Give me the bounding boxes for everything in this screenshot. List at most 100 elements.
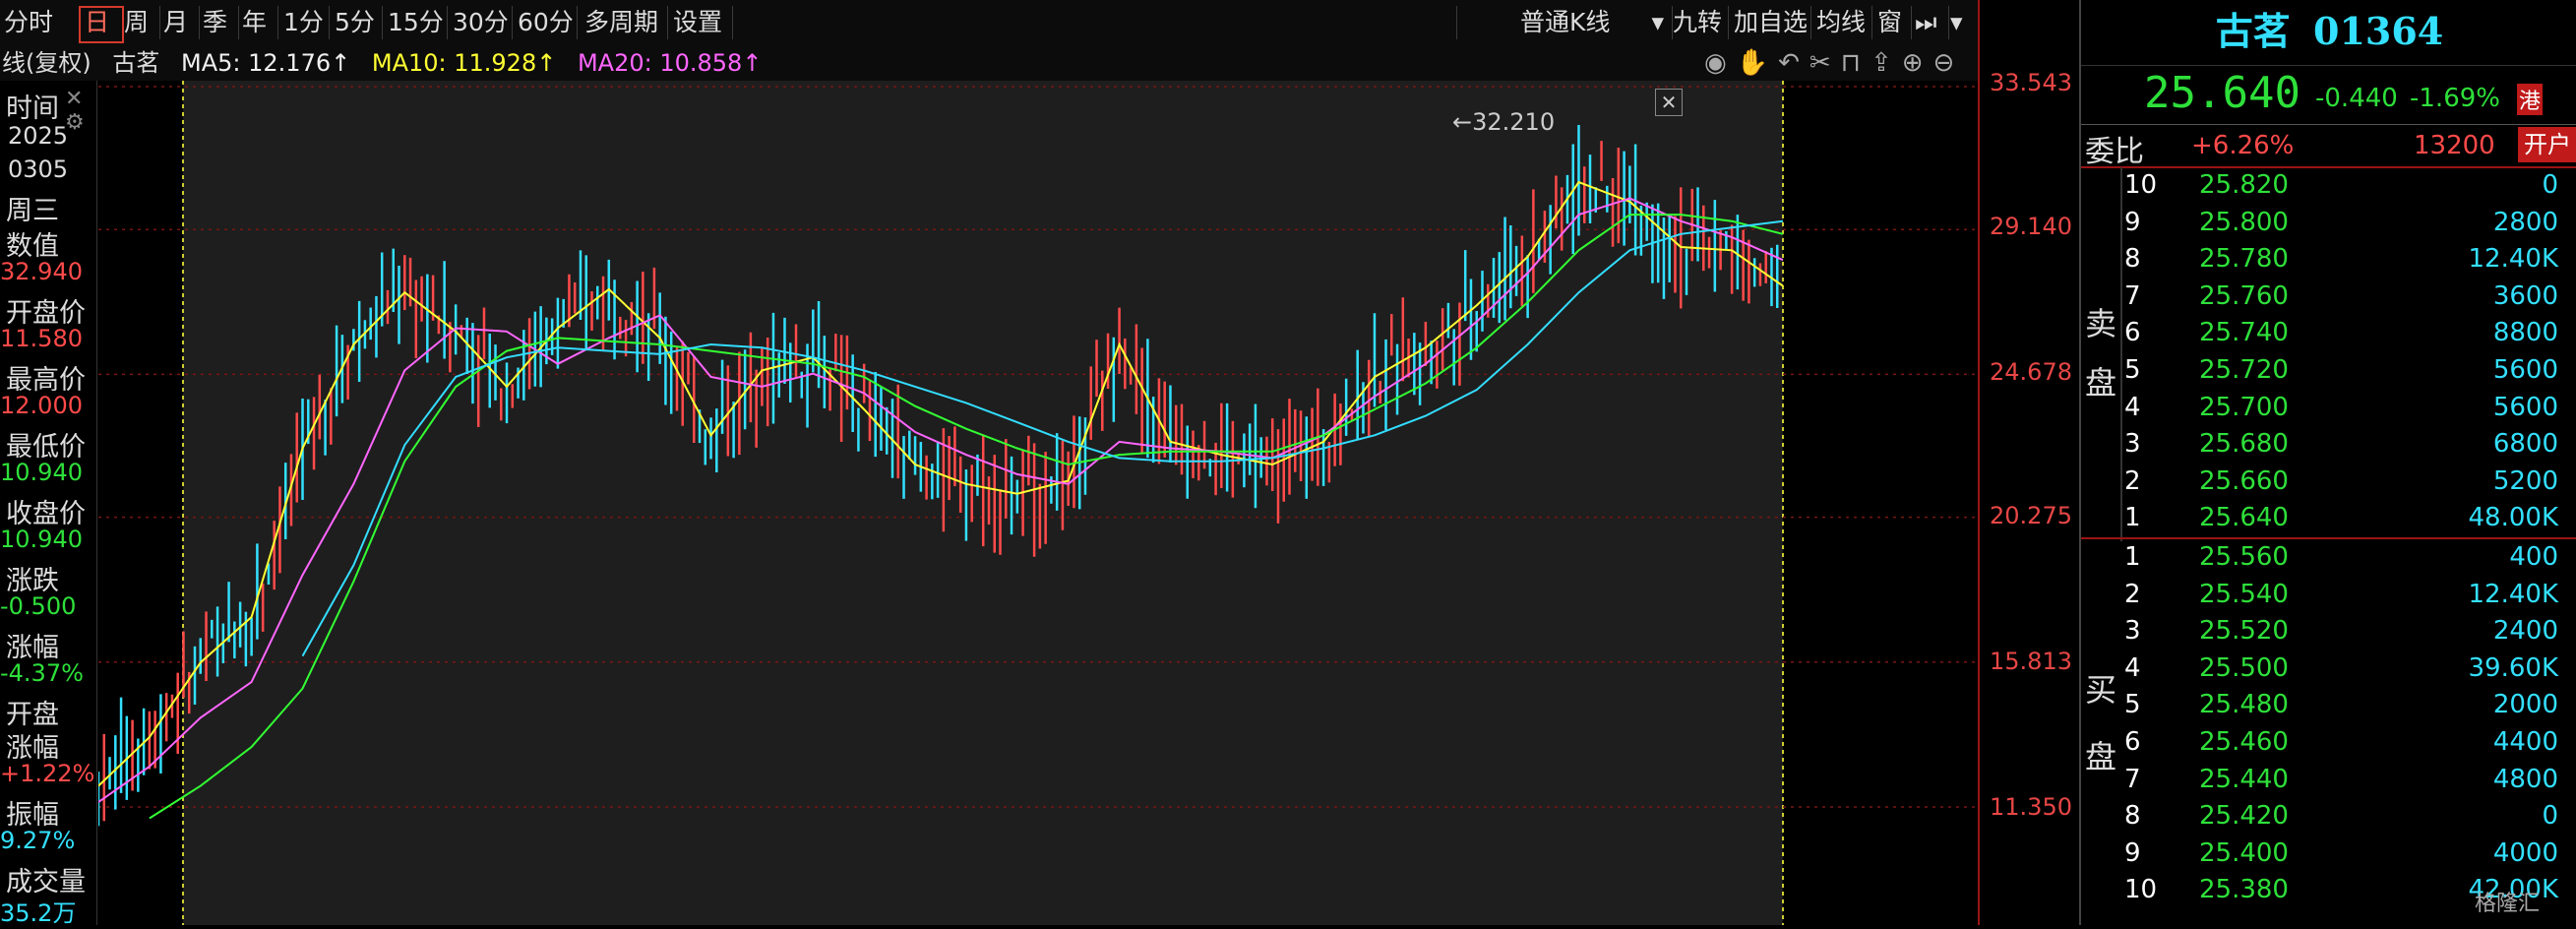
buy-order-volume: 12.40K [2468, 579, 2558, 609]
sell-order-level: 10 [2124, 170, 2158, 200]
skip-forward-icon[interactable]: ⏭ [1911, 6, 1949, 39]
buy-order-volume: 400 [2509, 542, 2558, 572]
sell-order-level: 3 [2124, 429, 2141, 460]
ratio-row: 委比 +6.26% 13200 开户 [2081, 124, 2576, 169]
low-value: 10.940 [0, 459, 83, 486]
buy-order-volume: 2000 [2492, 690, 2558, 720]
window-button[interactable]: 窗 [1873, 6, 1912, 39]
sell-order-level: 4 [2124, 392, 2141, 422]
tab-multi-period[interactable]: 多周期 [581, 6, 668, 39]
price-pct: -1.69% [2410, 84, 2500, 113]
buy-order-row[interactable]: 7 25.440 4800 [2081, 762, 2576, 798]
sell-order-row[interactable]: 6 25.740 8800 [2081, 315, 2576, 351]
tab-settings[interactable]: 设置 [669, 6, 733, 39]
sell-order-price: 25.800 [2199, 207, 2289, 237]
export-icon[interactable]: ⇪ [1871, 48, 1902, 78]
buy-order-row[interactable]: 4 25.500 39.60K [2081, 650, 2576, 687]
zoom-in-icon[interactable]: ⊕ [1902, 48, 1933, 78]
ytick-5: 11.350 [1990, 793, 2072, 821]
year-value: 2025 [8, 122, 69, 150]
date-value: 0305 [8, 155, 69, 183]
buy-order-level: 6 [2124, 727, 2141, 757]
sell-order-price: 25.680 [2199, 429, 2289, 460]
buy-order-volume: 4400 [2492, 727, 2558, 757]
ma-button[interactable]: 均线 [1812, 6, 1872, 39]
undo-icon[interactable]: ↶ [1778, 48, 1809, 78]
sell-order-level: 8 [2124, 244, 2141, 275]
buy-order-level: 5 [2124, 690, 2141, 720]
open-account-button[interactable]: 开户 [2518, 127, 2576, 162]
buy-order-level: 3 [2124, 616, 2141, 647]
sell-order-row[interactable]: 2 25.660 5200 [2081, 464, 2576, 500]
sell-order-row[interactable]: 5 25.720 5600 [2081, 352, 2576, 389]
close-icon[interactable]: ✕ [65, 87, 83, 111]
sell-order-volume: 0 [2542, 170, 2558, 200]
chart-tools: ◉✋↶✂⊓⇪⊕⊖ [1704, 45, 1964, 81]
buy-order-row[interactable]: 2 25.540 12.40K [2081, 577, 2576, 613]
buy-order-row[interactable]: 9 25.400 4000 [2081, 836, 2576, 872]
sell-order-volume: 12.40K [2468, 244, 2558, 275]
tab-30min[interactable]: 30分 [449, 6, 513, 39]
buy-order-row[interactable]: 6 25.460 4400 [2081, 724, 2576, 761]
scissors-icon[interactable]: ✂ [1809, 48, 1841, 78]
buy-order-price: 25.460 [2199, 727, 2289, 757]
add-watchlist-button[interactable]: 加自选 [1730, 6, 1811, 39]
buy-order-level: 4 [2124, 652, 2141, 683]
buy-order-row[interactable]: 5 25.480 2000 [2081, 687, 2576, 723]
buy-order-row[interactable]: 1 25.560 400 [2081, 539, 2576, 576]
sell-order-row[interactable]: 4 25.700 5600 [2081, 390, 2576, 426]
close-value: 10.940 [0, 526, 83, 553]
tab-season[interactable]: 季 [199, 6, 239, 39]
sell-order-row[interactable]: 1 25.640 48.00K [2081, 500, 2576, 536]
sell-order-row[interactable]: 8 25.780 12.40K [2081, 241, 2576, 278]
buy-order-row[interactable]: 3 25.520 2400 [2081, 613, 2576, 650]
buy-order-volume: 39.60K [2468, 652, 2558, 683]
buy-order-volume: 4800 [2492, 764, 2558, 794]
tab-week[interactable]: 周 [120, 6, 160, 39]
sell-order-price: 25.820 [2199, 170, 2289, 200]
sell-order-row[interactable]: 10 25.820 0 [2081, 167, 2576, 204]
weekday-value: 周三 [6, 196, 59, 226]
buy-order-level: 7 [2124, 764, 2141, 794]
eye-icon[interactable]: ◉ [1704, 48, 1737, 78]
lock-icon[interactable]: ⊓ [1841, 48, 1871, 78]
sell-order-level: 9 [2124, 207, 2141, 237]
sell-order-row[interactable]: 3 25.680 6800 [2081, 426, 2576, 463]
hand-icon[interactable]: ✋ [1737, 48, 1778, 78]
buy-order-level: 1 [2124, 542, 2141, 572]
time-label: 时间 [6, 93, 59, 124]
buy-order-price: 25.440 [2199, 764, 2289, 794]
vol-value: 35.2万 [0, 899, 77, 927]
ytick-4: 15.813 [1990, 648, 2072, 675]
buy-order-price: 25.480 [2199, 690, 2289, 720]
zoom-out-icon[interactable]: ⊖ [1933, 48, 1965, 78]
pct-value: -4.37% [0, 659, 84, 687]
tab-day[interactable]: 日 [79, 6, 124, 43]
ma-legend: 线(复权) 古茗 MA5: 12.176↑ MA10: 11.928↑ MA20… [0, 45, 1978, 81]
kline-type-select[interactable]: 普通K线 ▾ [1456, 6, 1673, 39]
sell-order-volume: 3600 [2492, 280, 2558, 311]
tab-5min[interactable]: 5分 [331, 6, 383, 39]
tab-fenshi[interactable]: 分时 [0, 6, 80, 39]
tab-year[interactable]: 年 [238, 6, 278, 39]
toolbar: 分时 日 周 月 季 年 1分 5分 15分 30分 60分 多周期 设置 普通… [0, 0, 1978, 46]
close-panel-icon[interactable]: ✕ [1655, 89, 1683, 116]
open-value: 11.580 [0, 325, 83, 352]
dropdown-icon[interactable]: ▾ [1946, 6, 1976, 39]
tab-month[interactable]: 月 [159, 6, 200, 39]
buy-order-row[interactable]: 8 25.420 0 [2081, 798, 2576, 835]
buy-order-level: 9 [2124, 837, 2141, 868]
buy-order-price: 25.420 [2199, 801, 2289, 832]
chart-svg [96, 81, 1978, 925]
tab-1min[interactable]: 1分 [279, 6, 330, 39]
jiuzhuan-button[interactable]: 九转 [1669, 6, 1729, 39]
tab-60min[interactable]: 60分 [514, 6, 578, 39]
sell-order-row[interactable]: 7 25.760 3600 [2081, 279, 2576, 315]
sell-order-row[interactable]: 9 25.800 2800 [2081, 205, 2576, 241]
kline-chart[interactable]: ✕ ←32.210 [96, 81, 1978, 925]
ytick-1: 29.140 [1990, 213, 2072, 240]
buy-order-level: 8 [2124, 801, 2141, 832]
sell-order-price: 25.780 [2199, 244, 2289, 275]
ytick-3: 20.275 [1990, 502, 2072, 529]
tab-15min[interactable]: 15分 [384, 6, 448, 39]
